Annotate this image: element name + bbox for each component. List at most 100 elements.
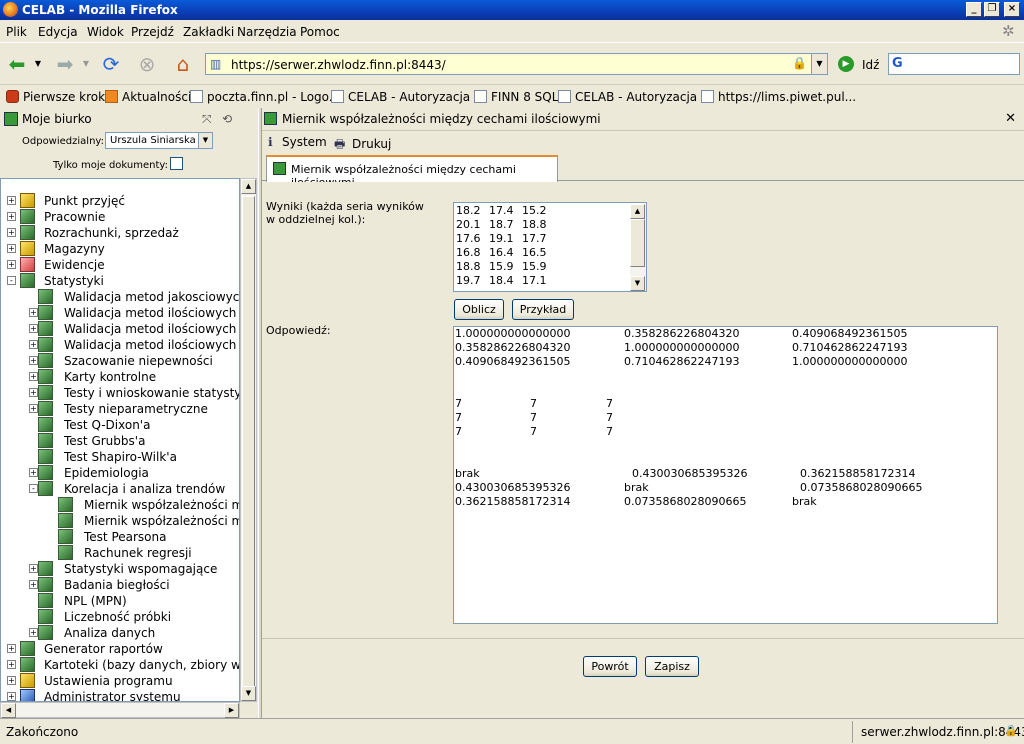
example-button[interactable]: Przykład [512,299,574,320]
scroll-up-icon[interactable]: ▲ [630,204,645,219]
tree-vertical-scrollbar[interactable]: ▲ ▼ [240,178,257,702]
scroll-thumb[interactable] [242,196,255,700]
tree-item[interactable]: Miernik współzależności międ [1,497,239,513]
save-button[interactable]: Zapisz [645,656,699,677]
tree-item[interactable]: + Szacowanie niepewności [1,353,239,369]
bookmark-item[interactable]: CELAB - Autoryzacja ... [331,90,485,104]
tree-horizontal-scrollbar[interactable]: ◀ ▶ [0,702,240,718]
expand-icon[interactable]: + [7,260,16,269]
tree-item[interactable]: + Epidemiologia [1,465,239,481]
expand-icon[interactable]: + [7,212,16,221]
back-history-dropdown-icon[interactable]: ▼ [32,51,44,77]
scroll-right-icon[interactable]: ▶ [224,703,239,718]
padlock-icon[interactable]: 🔒 [1004,724,1018,737]
tree-item[interactable]: + Pracownie [1,209,239,225]
expand-icon[interactable]: + [7,676,16,685]
forward-history-dropdown-icon[interactable]: ▼ [80,51,92,77]
tree-item[interactable]: + Rozrachunki, sprzedaż [1,225,239,241]
tree-item[interactable]: Liczebność próbki [1,609,239,625]
expand-icon[interactable]: + [7,692,16,701]
responsible-select[interactable]: Urszula Siniarska ▼ [105,132,213,149]
menu-bookmarks[interactable]: Zakładki [183,25,234,39]
expand-icon[interactable]: + [29,468,38,477]
tree-item[interactable]: + Badania biegłości [1,577,239,593]
bookmark-item[interactable]: https://lims.piwet.pul... [701,90,856,104]
expand-icon[interactable]: + [29,372,38,381]
tab-correlation-measure[interactable]: Miernik współzależności między cechami i… [266,155,558,189]
tree-item[interactable]: + Ustawienia programu [1,673,239,689]
tree-item[interactable]: + Statystyki wspomagające [1,561,239,577]
tree-item[interactable]: Test Grubbs'a [1,433,239,449]
tree-item[interactable]: + Kartoteki (bazy danych, zbiory wspor [1,657,239,673]
tree-item[interactable]: + Testy i wnioskowanie statystyczn [1,385,239,401]
close-icon[interactable]: ✕ [1005,111,1016,126]
tree-item[interactable]: + Ewidencje [1,257,239,273]
bookmark-item[interactable]: Pierwsze kroki [6,90,108,104]
tree-item[interactable]: + Administrator systemu [1,689,239,701]
scroll-down-icon[interactable]: ▼ [630,276,645,291]
refresh-tree-icon[interactable]: ⟲ [222,112,232,126]
results-scrollbar[interactable]: ▲ ▼ [630,204,646,291]
back-button[interactable]: Powrót [583,656,637,677]
scroll-down-icon[interactable]: ▼ [241,686,256,701]
collapse-icon[interactable]: - [7,276,16,285]
tree-item[interactable]: Test Q-Dixon'a [1,417,239,433]
menu-file[interactable]: Plik [6,25,27,39]
search-input[interactable]: G [888,53,1020,75]
scroll-thumb[interactable] [630,219,645,267]
tree-item[interactable]: Rachunek regresji [1,545,239,561]
bookmark-item[interactable]: poczta.finn.pl - Logo... [190,90,340,104]
tree-item[interactable]: Walidacja metod jakosciowych [1,289,239,305]
expand-icon[interactable]: + [29,628,38,637]
only-mine-checkbox[interactable] [170,157,183,170]
address-bar[interactable]: ▥ https://serwer.zhwlodz.finn.pl:8443/ 🔒… [205,53,828,75]
google-search-icon[interactable]: G [892,56,903,71]
tree-item[interactable]: + Punkt przyjęć [1,193,239,209]
results-textarea[interactable]: ▲ ▼ 18.2 17.4 15.2 20.1 18.7 18.8 17.6 19.1 17.7… [453,202,647,292]
tree-item[interactable]: + Walidacja metod ilościowych zg [1,321,239,337]
collapse-icon[interactable]: - [29,484,38,493]
stop-icon[interactable]: ⊗ [134,51,160,77]
tree-item[interactable]: NPL (MPN) [1,593,239,609]
expand-icon[interactable]: + [29,580,38,589]
answer-textarea[interactable]: 1.000000000000000 0.358286226804320 0.4090… [453,326,998,624]
url-dropdown-icon[interactable]: ▼ [811,54,827,74]
expand-icon[interactable]: + [29,356,38,365]
expand-icon[interactable]: + [29,308,38,317]
tree-item[interactable]: + Walidacja metod ilościowych mi [1,337,239,353]
expand-icon[interactable]: + [29,388,38,397]
chevron-down-icon[interactable]: ▼ [198,133,212,148]
tree-item[interactable]: - Korelacja i analiza trendów [1,481,239,497]
tree-item[interactable]: + Karty kontrolne [1,369,239,385]
maximize-button[interactable]: ❐ [984,2,1000,17]
bookmark-item[interactable]: FINN 8 SQL [474,90,558,104]
expand-icon[interactable]: + [29,404,38,413]
menu-edit[interactable]: Edycja [38,25,78,39]
menu-help[interactable]: Pomoc [300,25,340,39]
home-icon[interactable]: ⌂ [170,51,196,77]
url-text[interactable]: https://serwer.zhwlodz.finn.pl:8443/ [231,58,446,72]
expand-icon[interactable]: + [7,196,16,205]
expand-icon[interactable]: + [7,660,16,669]
tree-item[interactable]: Test Shapiro-Wilk'a [1,449,239,465]
scroll-left-icon[interactable]: ◀ [1,703,16,718]
padlock-icon[interactable]: 🔒 [792,56,807,70]
expand-icon[interactable]: + [7,228,16,237]
menu-go[interactable]: Przejdź [131,25,174,39]
bookmark-item[interactable]: Aktualności [105,90,191,104]
expand-icon[interactable]: + [29,340,38,349]
expand-icon[interactable]: + [7,644,16,653]
expand-icon[interactable]: + [7,244,16,253]
scroll-up-icon[interactable]: ▲ [241,179,256,194]
forward-arrow-icon[interactable]: ➡ [52,51,78,77]
bookmark-item[interactable]: CELAB - Autoryzacja ... [558,90,712,104]
system-button[interactable]: ℹ System [268,135,327,149]
tree-item[interactable]: + Walidacja metod ilościowych [1,305,239,321]
tree-item[interactable]: + Magazyny [1,241,239,257]
calculate-button[interactable]: Oblicz [454,299,504,320]
tree-item[interactable]: Test Pearsona [1,529,239,545]
tree-item[interactable]: + Analiza danych [1,625,239,641]
back-arrow-icon[interactable]: ⬅ [4,51,30,77]
minimize-button[interactable]: _ [966,2,982,17]
tree-item[interactable]: - Statystyki [1,273,239,289]
